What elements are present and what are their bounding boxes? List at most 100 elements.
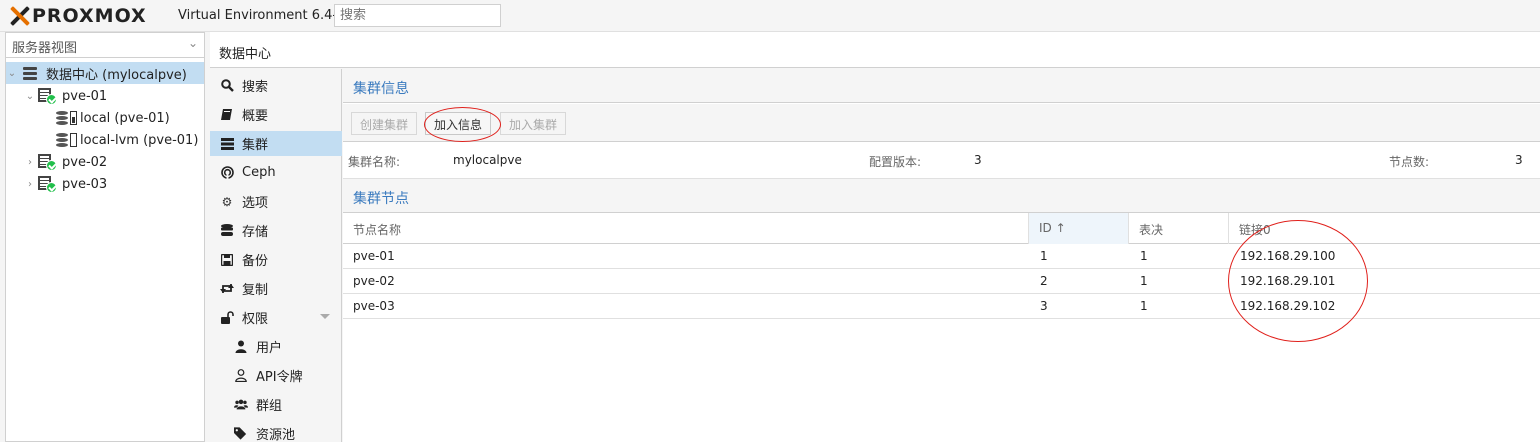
storage-usage-icon: [70, 111, 77, 125]
cell-votes: 1: [1140, 274, 1148, 288]
page-title: 数据中心: [219, 47, 272, 62]
node-online-icon: [38, 88, 58, 105]
proxmox-logo[interactable]: PROXMOX: [8, 5, 147, 27]
menu-item-users[interactable]: 用户: [210, 334, 342, 359]
column-header-id[interactable]: ID ↑: [1029, 213, 1129, 244]
collapse-caret-icon[interactable]: [320, 314, 330, 319]
menu-item-search[interactable]: 搜索: [210, 73, 342, 98]
cluster-nodes-title: 集群节点: [353, 191, 409, 207]
tree-item-label: local (pve-01): [80, 110, 170, 126]
tree-item-pve-02[interactable]: › pve-02: [6, 151, 204, 173]
menu-item-ceph[interactable]: Ceph: [210, 160, 342, 185]
cluster-info-title: 集群信息: [353, 81, 409, 97]
chevron-down-icon: ⌄: [187, 36, 198, 50]
cell-id: 1: [1040, 249, 1048, 263]
menu-item-cluster[interactable]: 集群: [210, 131, 342, 156]
logo-text: PROXMOX: [32, 5, 147, 27]
join-cluster-button[interactable]: 加入集群: [500, 112, 567, 135]
menu-item-backup[interactable]: 备份: [210, 247, 342, 272]
cell-link0: 192.168.29.100: [1240, 249, 1336, 263]
menu-item-label: 备份: [242, 254, 269, 269]
database-icon: [220, 224, 234, 238]
column-header-link0[interactable]: 链接0: [1229, 213, 1540, 244]
users-icon: [234, 398, 248, 412]
tree-collapse-icon[interactable]: ⌄: [6, 68, 18, 79]
menu-item-label: Ceph: [242, 165, 276, 180]
menu-item-storage[interactable]: 存储: [210, 218, 342, 243]
node-count-label: 节点数:: [1389, 155, 1430, 169]
tree-collapse-icon[interactable]: ⌄: [24, 91, 36, 102]
menu-item-pools[interactable]: 资源池: [210, 421, 342, 442]
content-header: 数据中心: [210, 32, 1540, 68]
tree-expand-icon[interactable]: ›: [24, 179, 36, 190]
join-information-button[interactable]: 加入信息: [425, 112, 492, 135]
proxmox-x-icon: [8, 5, 30, 27]
view-selector-label: 服务器视图: [12, 41, 78, 56]
unlock-icon: [220, 311, 234, 325]
tree-item-storage-local[interactable]: local (pve-01): [6, 107, 204, 129]
menu-item-options[interactable]: ⚙ 选项: [210, 189, 342, 214]
column-header-node-name[interactable]: 节点名称: [343, 213, 1029, 244]
tree-item-pve-01[interactable]: ⌄ pve-01: [6, 85, 204, 107]
tree-item-datacenter[interactable]: ⌄ 数据中心 (mylocalpve): [6, 62, 204, 84]
view-selector[interactable]: 服务器视图 ⌄: [6, 33, 204, 58]
node-online-icon: [38, 176, 58, 193]
menu-item-label: 集群: [242, 138, 269, 153]
tree-item-pve-03[interactable]: › pve-03: [6, 173, 204, 195]
menu-item-api-tokens[interactable]: API令牌: [210, 363, 342, 388]
gear-icon: ⚙: [221, 194, 233, 209]
menu-item-label: API令牌: [256, 370, 303, 385]
menu-item-groups[interactable]: 群组: [210, 392, 342, 417]
menu-item-replication[interactable]: 复制: [210, 276, 342, 301]
menu-item-permissions[interactable]: 权限: [210, 305, 342, 330]
cell-id: 2: [1040, 274, 1048, 288]
column-header-votes[interactable]: 表决: [1129, 213, 1229, 244]
storage-usage-icon: [70, 133, 77, 147]
cluster-nodes-header: 集群节点: [343, 179, 1540, 213]
tags-icon: [234, 427, 248, 441]
node-online-icon: [38, 154, 58, 171]
create-cluster-button[interactable]: 创建集群: [351, 112, 418, 135]
cell-votes: 1: [1140, 299, 1148, 313]
cluster-name-value: mylocalpve: [453, 153, 522, 167]
resource-tree-panel: 服务器视图 ⌄ ⌄ 数据中心 (mylocalpve) ⌄ pve-01 loc…: [5, 32, 205, 442]
tree-item-label: 数据中心 (mylocalpve): [46, 67, 187, 83]
user-outline-icon: [234, 369, 248, 383]
server-icon: [220, 137, 234, 151]
config-version-value: 3: [974, 153, 982, 167]
table-row[interactable]: pve-03 3 1 192.168.29.102: [343, 294, 1540, 319]
table-row[interactable]: pve-02 2 1 192.168.29.101: [343, 269, 1540, 294]
cluster-info-row: 集群名称: mylocalpve 配置版本: 3 节点数: 3: [343, 143, 1540, 179]
menu-item-summary[interactable]: 概要: [210, 102, 342, 127]
cell-link0: 192.168.29.102: [1240, 299, 1336, 313]
ceph-icon: [220, 166, 234, 180]
cluster-name-label: 集群名称:: [348, 155, 401, 169]
tree-expand-icon[interactable]: ›: [24, 157, 36, 168]
search-icon: [220, 79, 234, 93]
menu-item-label: 用户: [256, 341, 283, 356]
floppy-icon: [220, 253, 234, 267]
menu-item-label: 概要: [242, 109, 269, 124]
top-bar: PROXMOX Virtual Environment 6.4-4: [0, 0, 1540, 32]
cluster-info-header: 集群信息: [343, 69, 1540, 103]
version-label: Virtual Environment 6.4-4: [178, 8, 346, 23]
database-icon: [56, 132, 68, 148]
menu-item-label: 搜索: [242, 80, 269, 95]
cell-link0: 192.168.29.101: [1240, 274, 1336, 288]
datacenter-icon: [22, 66, 38, 80]
tree-item-label: pve-03: [62, 176, 108, 192]
tree-item-storage-local-lvm[interactable]: local-lvm (pve-01): [6, 129, 204, 151]
cell-votes: 1: [1140, 249, 1148, 263]
tree-item-label: pve-01: [62, 88, 108, 104]
menu-item-label: 存储: [242, 225, 269, 240]
user-icon: [234, 340, 248, 354]
table-header: 节点名称 ID ↑ 表决 链接0: [343, 213, 1540, 244]
retweet-icon: [220, 282, 234, 296]
global-search-input[interactable]: [334, 4, 501, 27]
cell-node-name: pve-03: [353, 299, 395, 313]
menu-item-label: 复制: [242, 283, 269, 298]
config-version-label: 配置版本:: [869, 155, 922, 169]
table-row[interactable]: pve-01 1 1 192.168.29.100: [343, 244, 1540, 269]
cluster-panel: 集群信息 创建集群 加入信息 加入集群 集群名称: mylocalpve 配置版…: [343, 69, 1540, 442]
menu-item-label: 权限: [242, 312, 269, 327]
